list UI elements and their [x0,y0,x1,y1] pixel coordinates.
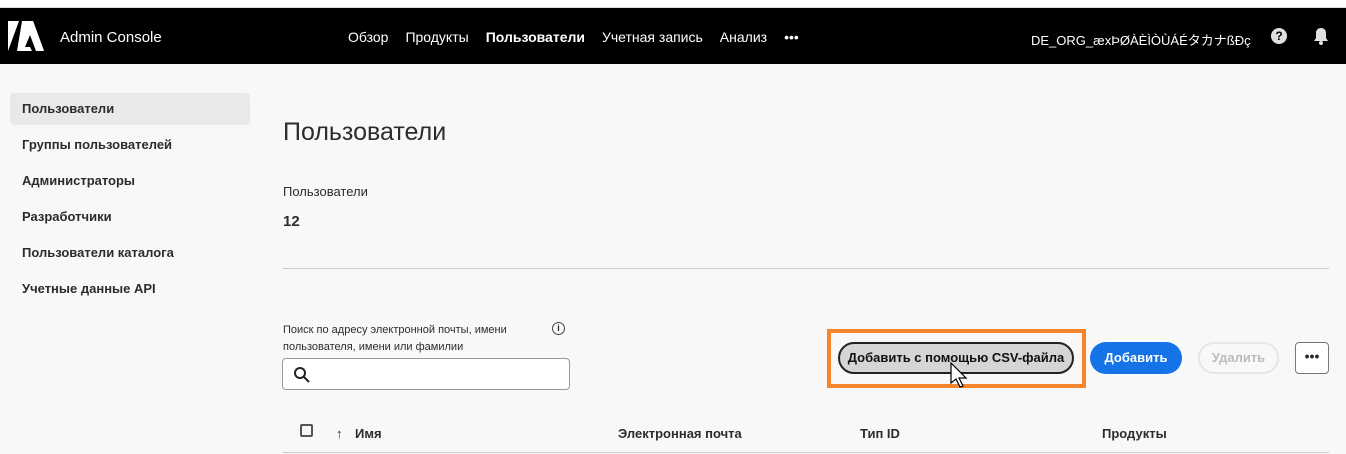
column-id-type[interactable]: Тип ID [860,426,900,441]
column-products[interactable]: Продукты [1102,426,1167,441]
sidebar-item-user-groups[interactable]: Группы пользователей [10,129,250,161]
more-actions-button[interactable]: ••• [1295,342,1329,374]
column-email[interactable]: Электронная почта [618,426,742,441]
sidebar-item-developers[interactable]: Разработчики [10,201,250,233]
sidebar-item-api-credentials[interactable]: Учетные данные API [10,273,250,305]
users-count: 12 [283,213,300,230]
app-name[interactable]: Admin Console [60,29,162,46]
nav-more[interactable]: ••• [784,29,799,45]
table-header-divider [283,452,1329,453]
select-all-checkbox[interactable] [300,424,313,437]
search-icon [294,367,310,383]
bell-icon[interactable] [1313,27,1329,45]
sort-ascending-icon[interactable]: ↑ [336,426,343,441]
sidebar-item-users[interactable]: Пользователи [10,93,250,125]
sidebar: Пользователи Группы пользователей Админи… [10,93,250,309]
column-name[interactable]: Имя [355,426,382,441]
nav-overview[interactable]: Обзор [348,29,388,45]
search-input[interactable] [282,358,570,390]
nav-account[interactable]: Учетная запись [602,29,703,45]
mouse-cursor-icon [950,362,968,388]
nav-users[interactable]: Пользователи [486,29,585,45]
org-switcher[interactable]: DE_ORG_æxÞØÀÈÌÒÙÁÉタカナßÐç [1031,30,1251,49]
help-icon[interactable]: ? [1271,28,1287,44]
delete-button[interactable]: Удалить [1198,342,1279,374]
main-nav: Обзор Продукты Пользователи Учетная запи… [348,29,799,45]
divider [283,268,1329,269]
nav-products[interactable]: Продукты [405,29,468,45]
sidebar-item-admins[interactable]: Администраторы [10,165,250,197]
top-strip [0,0,1346,8]
search-label: Поиск по адресу электронной почты, имени… [283,324,507,353]
nav-insights[interactable]: Анализ [720,29,767,45]
top-header: Admin Console Обзор Продукты Пользовател… [0,8,1346,64]
page-title: Пользователи [283,118,447,146]
add-user-button[interactable]: Добавить [1090,342,1182,374]
users-count-label: Пользователи [283,184,368,199]
adobe-logo-icon[interactable] [8,21,44,51]
sidebar-item-directory-users[interactable]: Пользователи каталога [10,237,250,269]
info-icon[interactable]: i [552,322,565,335]
